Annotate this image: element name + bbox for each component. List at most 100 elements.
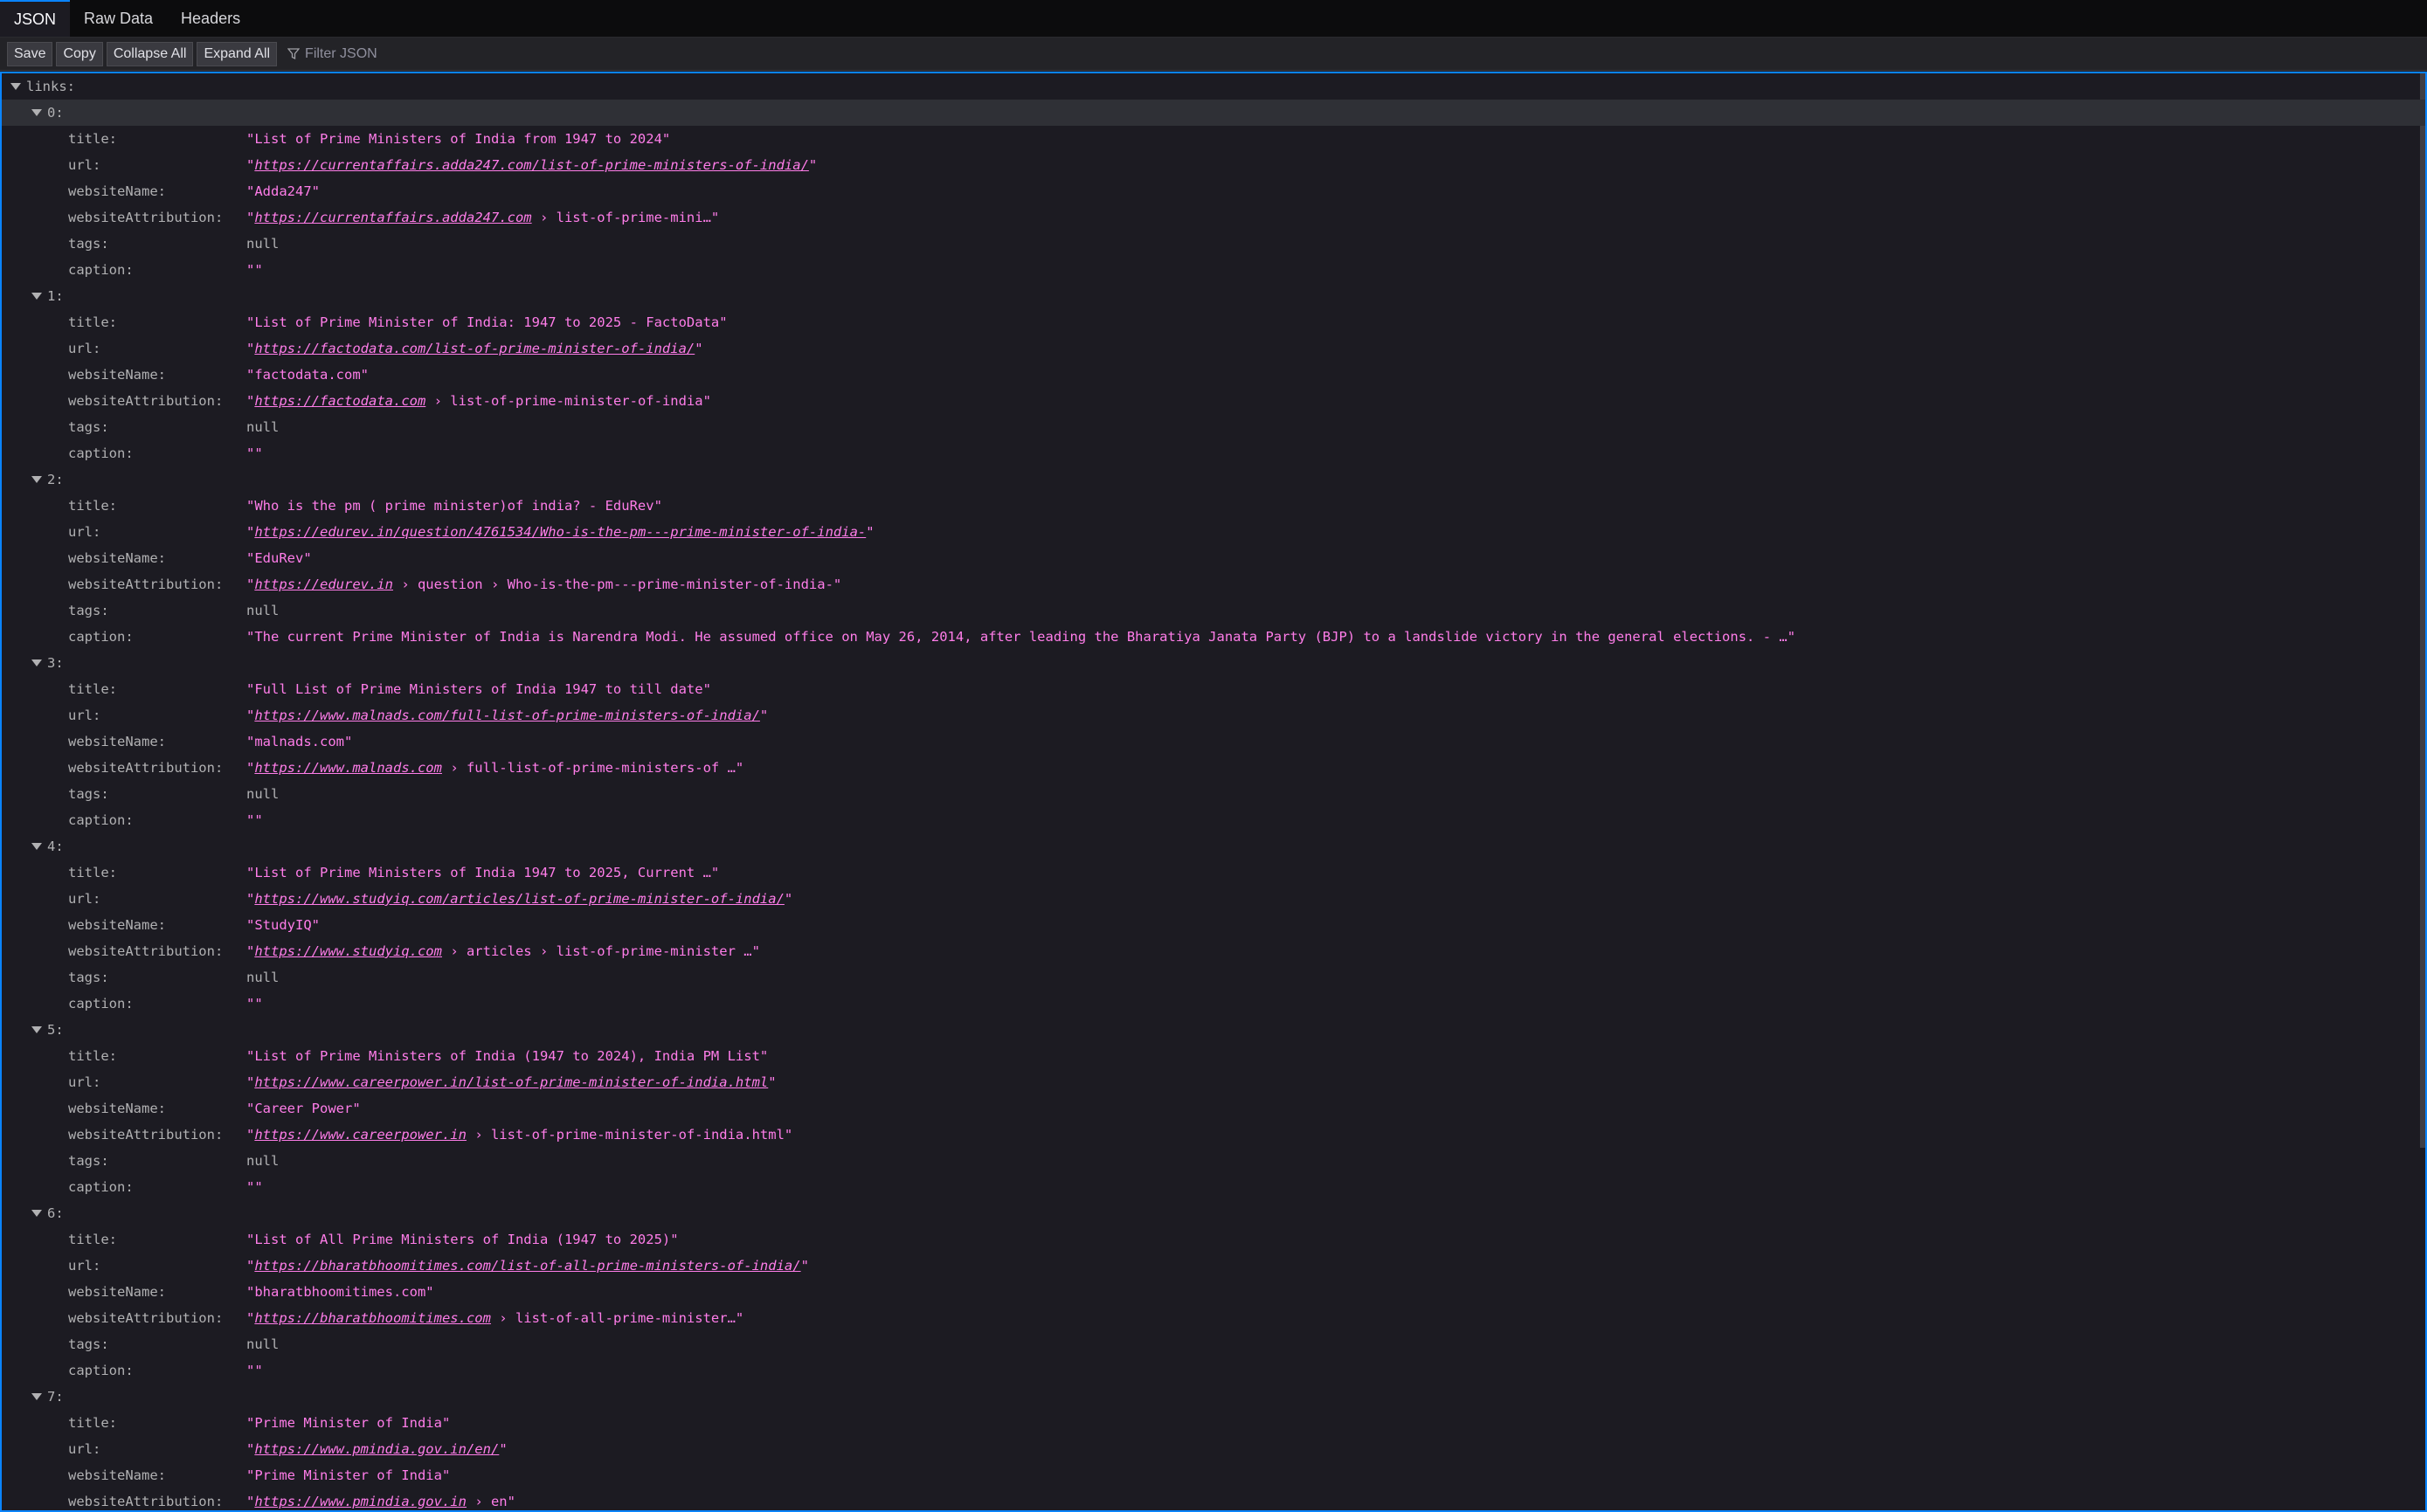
attribution-link[interactable]: https://edurev.in: [254, 576, 393, 592]
tree-row-item[interactable]: 7:: [2, 1384, 2425, 1410]
attribution-link[interactable]: https://www.studyiq.com: [254, 943, 442, 959]
websitename-value: "StudyIQ": [246, 917, 320, 933]
tree-row-item[interactable]: 0:: [2, 100, 2425, 126]
url-link[interactable]: https://currentaffairs.adda247.com/list-…: [254, 157, 809, 173]
tab-headers[interactable]: Headers: [167, 0, 254, 37]
tree-row-websiteattribution: websiteAttribution: "https://www.careerpo…: [2, 1122, 2425, 1148]
tree-row-item[interactable]: 5:: [2, 1017, 2425, 1043]
url-link[interactable]: https://edurev.in/question/4761534/Who-i…: [254, 524, 866, 540]
item-index: 5:: [47, 1022, 64, 1038]
property-key: websiteAttribution:: [68, 1127, 224, 1143]
url-link[interactable]: https://www.careerpower.in/list-of-prime…: [254, 1074, 768, 1090]
item-index: 1:: [47, 288, 64, 304]
tree-row-websiteattribution: websiteAttribution: "https://bharatbhoomi…: [2, 1305, 2425, 1331]
attribution-link[interactable]: https://www.careerpower.in: [254, 1127, 467, 1143]
attribution-path: › list-of-prime-mini…": [531, 210, 720, 225]
expand-chevron-icon[interactable]: [31, 476, 42, 483]
url-value: "https://edurev.in/question/4761534/Who-…: [246, 519, 875, 545]
tree-row-item[interactable]: 6:: [2, 1200, 2425, 1226]
tree-row-title: title: "List of Prime Ministers of India …: [2, 1043, 2425, 1069]
quote-mark: ": [866, 524, 875, 540]
tree-row-links[interactable]: links:: [2, 73, 2425, 100]
quote-mark: ": [695, 341, 703, 356]
property-key: caption:: [68, 629, 134, 645]
caption-value: "": [246, 262, 263, 278]
filter-icon: [287, 47, 301, 59]
attribution-value: "https://www.malnads.com › full-list-of-…: [246, 755, 743, 781]
websitename-value: "factodata.com": [246, 367, 369, 383]
url-value: "https://bharatbhoomitimes.com/list-of-a…: [246, 1253, 809, 1279]
tree-row-url: url: "https://www.careerpower.in/list-of-…: [2, 1069, 2425, 1095]
quote-mark: ": [246, 210, 255, 225]
attribution-link[interactable]: https://currentaffairs.adda247.com: [254, 210, 531, 225]
item-index: 0:: [47, 105, 64, 121]
quote-mark: ": [246, 891, 255, 907]
property-key: tags:: [68, 603, 109, 618]
property-key: websiteName:: [68, 183, 166, 199]
property-key: websiteName:: [68, 734, 166, 749]
property-key: url:: [68, 341, 101, 356]
expand-chevron-icon[interactable]: [31, 659, 42, 666]
tab-raw-data[interactable]: Raw Data: [70, 0, 167, 37]
quote-mark: ": [246, 1258, 255, 1274]
tab-json[interactable]: JSON: [0, 0, 71, 37]
quote-mark: ": [246, 576, 255, 592]
expand-chevron-icon[interactable]: [31, 293, 42, 300]
url-link[interactable]: https://www.pmindia.gov.in/en/: [254, 1441, 499, 1457]
tree-row-item[interactable]: 1:: [2, 283, 2425, 309]
property-key: title:: [68, 681, 117, 697]
tree-row-websiteattribution: websiteAttribution: "https://www.malnads.…: [2, 755, 2425, 781]
expand-chevron-icon[interactable]: [10, 83, 21, 90]
property-key: caption:: [68, 812, 134, 828]
property-key: websiteAttribution:: [68, 576, 224, 592]
attribution-path: › articles › list-of-prime-minister …": [441, 943, 760, 959]
expand-chevron-icon[interactable]: [31, 843, 42, 850]
property-key: websiteAttribution:: [68, 1494, 224, 1509]
property-key: url:: [68, 708, 101, 723]
copy-button[interactable]: Copy: [56, 41, 103, 66]
property-key: websiteAttribution:: [68, 1310, 224, 1326]
tags-value: null: [246, 970, 280, 985]
url-link[interactable]: https://factodata.com/list-of-prime-mini…: [254, 341, 695, 356]
item-index: 4:: [47, 839, 64, 854]
attribution-value: "https://www.careerpower.in › list-of-pr…: [246, 1122, 792, 1148]
url-link[interactable]: https://bharatbhoomitimes.com/list-of-al…: [254, 1258, 800, 1274]
tree-row-item[interactable]: 3:: [2, 650, 2425, 676]
expand-chevron-icon[interactable]: [31, 109, 42, 116]
attribution-link[interactable]: https://factodata.com: [254, 393, 425, 409]
save-button[interactable]: Save: [7, 41, 53, 66]
title-value: "List of All Prime Ministers of India (1…: [246, 1232, 679, 1247]
attribution-value: "https://edurev.in › question › Who-is-t…: [246, 571, 841, 597]
attribution-link[interactable]: https://bharatbhoomitimes.com: [254, 1310, 491, 1326]
property-key: url:: [68, 1074, 101, 1090]
property-key: url:: [68, 1258, 101, 1274]
filter-box: [287, 42, 482, 66]
expand-chevron-icon[interactable]: [31, 1210, 42, 1217]
tree-row-item[interactable]: 4:: [2, 833, 2425, 860]
url-value: "https://www.studyiq.com/articles/list-o…: [246, 886, 792, 912]
quote-mark: ": [246, 1127, 255, 1143]
tree-row-item[interactable]: 2:: [2, 466, 2425, 493]
title-value: "Prime Minister of India": [246, 1415, 451, 1431]
websitename-value: "Career Power": [246, 1101, 361, 1116]
tree-row-caption: caption: "": [2, 1357, 2425, 1384]
property-key: websiteAttribution:: [68, 943, 224, 959]
tags-value: null: [246, 603, 280, 618]
tree-row-title: title: "Full List of Prime Ministers of I…: [2, 676, 2425, 702]
expand-chevron-icon[interactable]: [31, 1026, 42, 1033]
collapse-all-button[interactable]: Collapse All: [106, 41, 194, 66]
tree-row-title: title: "Who is the pm ( prime minister)of…: [2, 493, 2425, 519]
url-link[interactable]: https://www.malnads.com/full-list-of-pri…: [254, 708, 760, 723]
tree-row-title: title: "Prime Minister of India": [2, 1410, 2425, 1436]
expand-all-button[interactable]: Expand All: [197, 41, 278, 66]
attribution-link[interactable]: https://www.pmindia.gov.in: [254, 1494, 467, 1509]
property-key: title:: [68, 498, 117, 514]
attribution-value: "https://currentaffairs.adda247.com › li…: [246, 204, 719, 231]
property-key: tags:: [68, 236, 109, 252]
expand-chevron-icon[interactable]: [31, 1393, 42, 1400]
filter-json-input[interactable]: [300, 45, 482, 63]
url-value: "https://currentaffairs.adda247.com/list…: [246, 152, 817, 178]
tree-row-websitename: websiteName: "StudyIQ": [2, 912, 2425, 938]
attribution-link[interactable]: https://www.malnads.com: [254, 760, 442, 776]
url-link[interactable]: https://www.studyiq.com/articles/list-of…: [254, 891, 785, 907]
